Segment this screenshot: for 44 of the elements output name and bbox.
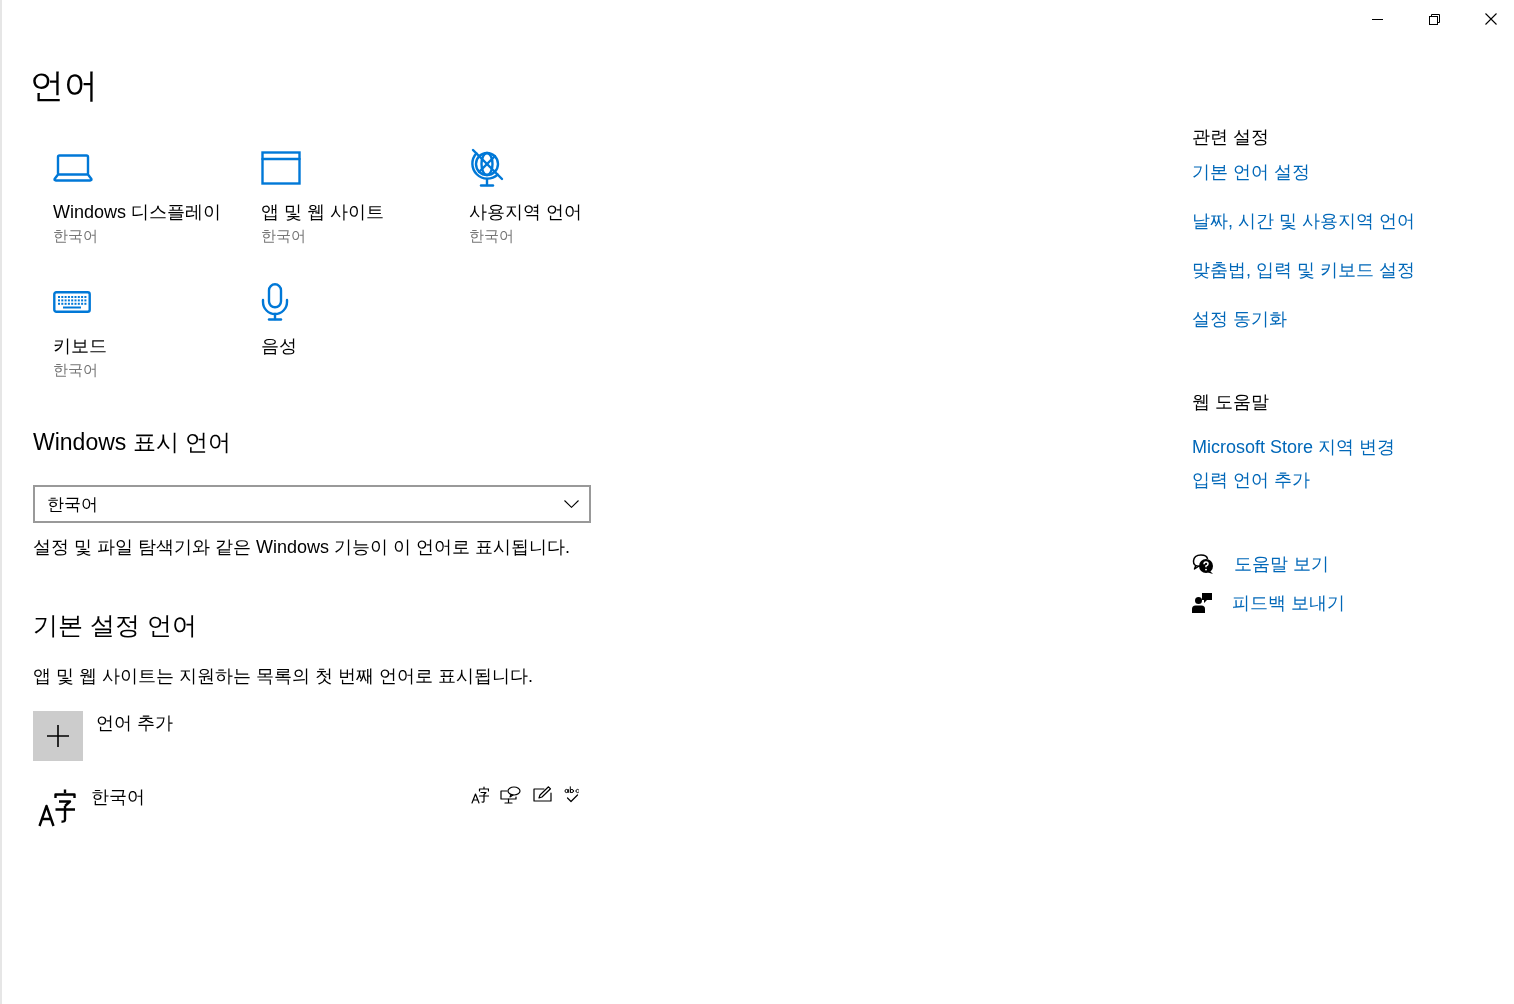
settings-link[interactable]: 설정 동기화 [1192,307,1287,331]
pen-box-icon [533,786,553,802]
add-language-button[interactable]: 언어 추가 [33,711,173,761]
section-heading: 기본 설정 언어 [33,610,197,641]
language-dropdown[interactable]: 한국어 [33,485,591,523]
restore-icon [1428,13,1440,25]
tile-value: 한국어 [53,360,98,380]
page-title: 언어 [30,65,98,106]
settings-link[interactable]: 맞춤법, 입력 및 키보드 설정 [1192,258,1415,282]
web-help-link[interactable]: 입력 언어 추가 [1192,468,1310,492]
globe-icon [469,148,505,188]
sidebar-heading: 관련 설정 [1192,126,1269,149]
settings-link[interactable]: 기본 언어 설정 [1192,160,1310,184]
description-text: 앱 및 웹 사이트는 지원하는 목록의 첫 번째 언어로 표시됩니다. [33,665,533,688]
feedback-person-icon [1192,593,1212,613]
close-icon [1485,13,1497,25]
tile-value: 한국어 [469,226,514,246]
language-icon [38,789,76,827]
tile-label[interactable]: 사용지역 언어 [469,200,582,224]
settings-link[interactable]: 날짜, 시간 및 사용지역 언어 [1192,209,1415,233]
support-link[interactable]: 도움말 보기 [1192,552,1329,576]
language-name[interactable]: 한국어 [91,785,145,809]
support-link[interactable]: 피드백 보내기 [1192,591,1345,615]
tile-value: 한국어 [261,226,306,246]
tile-label[interactable]: Windows 디스플레이 [53,200,222,224]
help-speech-icon [1192,554,1214,574]
plus-icon [33,711,83,761]
spell-check-icon [564,786,581,804]
laptop-icon [53,154,93,182]
chevron-down-icon [564,500,579,508]
section-heading: Windows 표시 언어 [33,428,232,457]
window-icon [261,151,301,185]
web-help-link[interactable]: Microsoft Store 지역 변경 [1192,435,1396,459]
description-text: 설정 및 파일 탐색기와 같은 Windows 기능이 이 언어로 표시됩니다. [33,536,571,559]
tile-label[interactable]: 앱 및 웹 사이트 [261,200,384,224]
sidebar-heading: 웹 도움말 [1192,391,1269,414]
minimize-icon [1371,18,1383,20]
text-language-icon [471,786,489,804]
tile-value: 한국어 [53,226,98,246]
monitor-speech-icon [500,786,522,804]
tile-label[interactable]: 음성 [261,334,297,358]
tile-label[interactable]: 키보드 [53,334,107,358]
microphone-icon [261,283,289,321]
keyboard-icon [53,291,91,313]
